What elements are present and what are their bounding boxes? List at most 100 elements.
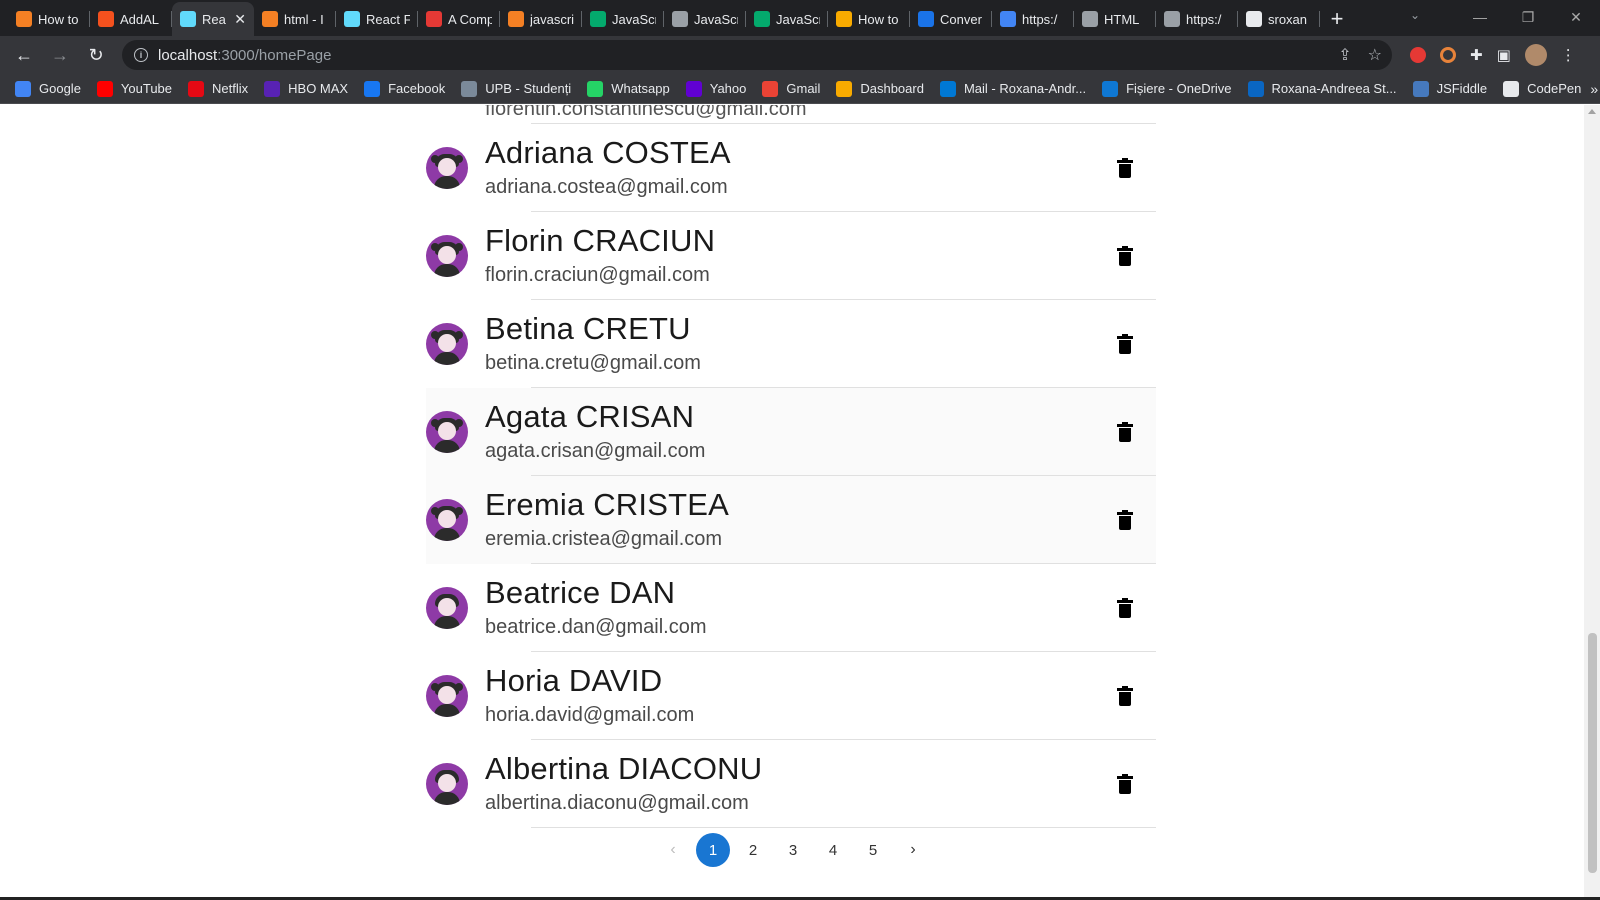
bookmark-item[interactable]: UPB - Studenți xyxy=(454,76,578,102)
page-button[interactable]: 5 xyxy=(856,833,890,867)
avatar xyxy=(426,147,468,189)
new-tab-button[interactable]: + xyxy=(1320,2,1354,36)
browser-tab[interactable]: JavaScr xyxy=(582,2,664,36)
bookmark-item[interactable]: Fișiere - OneDrive xyxy=(1095,76,1238,102)
menu-icon[interactable]: ⋮ xyxy=(1561,46,1576,64)
browser-toolbar: ← → ↻ i localhost:3000/homePage ⇪ ☆ ✚ ▣ … xyxy=(0,36,1600,74)
bookmark-item[interactable]: Dashboard xyxy=(829,76,931,102)
list-item[interactable]: Eremia CRISTEA eremia.cristea@gmail.com xyxy=(426,476,1156,564)
scroll-up-icon[interactable] xyxy=(1588,109,1596,114)
dashboard-icon xyxy=(836,80,853,97)
list-item[interactable]: Florin CRACIUN florin.craciun@gmail.com xyxy=(426,212,1156,300)
page-button[interactable]: 4 xyxy=(816,833,850,867)
delete-icon[interactable] xyxy=(1117,246,1133,266)
tab-search-icon[interactable]: ⌄ xyxy=(1410,8,1420,22)
close-window-icon[interactable]: ✕ xyxy=(1552,9,1600,26)
extension-icon[interactable] xyxy=(1440,47,1456,63)
delete-icon[interactable] xyxy=(1117,598,1133,618)
page-scrollbar[interactable] xyxy=(1584,105,1600,900)
w3schools-icon xyxy=(754,11,770,27)
bookmark-item[interactable]: HBO MAX xyxy=(257,76,355,102)
scrollbar-thumb[interactable] xyxy=(1588,633,1597,873)
puzzle-icon[interactable]: ✚ xyxy=(1470,46,1483,64)
list-item[interactable]: Adriana COSTEA adriana.costea@gmail.com xyxy=(426,124,1156,212)
next-page-button[interactable]: › xyxy=(896,833,930,867)
browser-tab[interactable]: AddAL xyxy=(90,2,172,36)
url-text[interactable]: localhost:3000/homePage xyxy=(158,47,331,64)
browser-tab[interactable]: HTML xyxy=(1074,2,1156,36)
tab-title: javascri xyxy=(530,11,574,27)
forward-icon[interactable]: → xyxy=(44,39,76,71)
restore-icon[interactable]: ❐ xyxy=(1504,9,1552,26)
bookmark-item[interactable]: Google xyxy=(8,76,88,102)
side-panel-icon[interactable]: ▣ xyxy=(1497,46,1511,64)
avatar xyxy=(426,499,468,541)
minimize-icon[interactable]: — xyxy=(1456,9,1504,25)
avatar xyxy=(426,235,468,277)
browser-tab[interactable]: React F xyxy=(336,2,418,36)
bookmark-item[interactable]: JSFiddle xyxy=(1406,76,1495,102)
profile-avatar[interactable] xyxy=(1524,44,1547,66)
hbomax-icon xyxy=(264,80,281,97)
delete-icon[interactable] xyxy=(1117,510,1133,530)
browser-tab[interactable]: Rea ✕ xyxy=(172,2,254,36)
w3schools-icon xyxy=(590,11,606,27)
prev-page-button[interactable]: ‹ xyxy=(656,833,690,867)
delete-icon[interactable] xyxy=(1117,774,1133,794)
delete-icon[interactable] xyxy=(1117,422,1133,442)
bookmark-label: Gmail xyxy=(786,81,821,96)
trash-can xyxy=(1119,604,1131,618)
share-icon[interactable]: ⇪ xyxy=(1338,45,1351,65)
browser-tab[interactable]: JavaScr xyxy=(746,2,828,36)
bookmark-label: Yahoo xyxy=(709,81,747,96)
browser-tab-strip: How to AddAL Rea ✕ html - I React F A Comp java… xyxy=(0,0,1600,36)
browser-tab[interactable]: javascri xyxy=(500,2,582,36)
avatar-body xyxy=(434,704,460,717)
bookmark-item[interactable]: Netflix xyxy=(181,76,255,102)
bookmark-item[interactable]: Facebook xyxy=(357,76,452,102)
contact-text: Albertina DIACONU albertina.diaconu@gmail… xyxy=(485,751,1156,817)
contact-name: Agata CRISAN xyxy=(485,399,695,434)
bookmark-star-icon[interactable]: ☆ xyxy=(1368,45,1382,65)
list-item[interactable]: Beatrice DAN beatrice.dan@gmail.com xyxy=(426,564,1156,652)
browser-tab[interactable]: How to xyxy=(828,2,910,36)
netflix-icon xyxy=(188,80,205,97)
browser-tab[interactable]: Conver xyxy=(910,2,992,36)
bookmark-item[interactable]: Gmail xyxy=(755,76,827,102)
delete-icon[interactable] xyxy=(1117,158,1133,178)
page-button[interactable]: 2 xyxy=(736,833,770,867)
delete-icon[interactable] xyxy=(1117,686,1133,706)
list-item[interactable]: Albertina DIACONU albertina.diaconu@gmail… xyxy=(426,740,1156,828)
bookmark-item[interactable]: Whatsapp xyxy=(580,76,677,102)
bookmark-item[interactable]: Mail - Roxana-Andr... xyxy=(933,76,1093,102)
browser-tab[interactable]: https:/ xyxy=(992,2,1074,36)
address-bar[interactable]: i localhost:3000/homePage ⇪ ☆ xyxy=(122,40,1392,70)
page-button[interactable]: 1 xyxy=(696,833,730,867)
list-item[interactable]: Betina CRETU betina.cretu@gmail.com xyxy=(426,300,1156,388)
site-info-icon[interactable]: i xyxy=(134,48,148,62)
bookmark-item[interactable]: YouTube xyxy=(90,76,179,102)
bookmark-item[interactable]: CodePen xyxy=(1496,76,1588,102)
bookmark-item[interactable]: Roxana-Andreea St... xyxy=(1241,76,1404,102)
browser-tab[interactable]: A Comp xyxy=(418,2,500,36)
back-icon[interactable]: ← xyxy=(8,39,40,71)
tab-title: html - I xyxy=(284,11,324,27)
tab-title: JavaScr xyxy=(776,11,820,27)
browser-tab[interactable]: html - I xyxy=(254,2,336,36)
tab-close-icon[interactable]: ✕ xyxy=(234,11,246,28)
adblock-extension-icon[interactable] xyxy=(1410,47,1426,63)
browser-tab[interactable]: JavaScr xyxy=(664,2,746,36)
browser-tab[interactable]: How to xyxy=(8,2,90,36)
page-button[interactable]: 3 xyxy=(776,833,810,867)
tab-title: HTML xyxy=(1104,11,1140,27)
list-item[interactable]: Agata CRISAN agata.crisan@gmail.com xyxy=(426,388,1156,476)
bookmarks-overflow-button[interactable]: » xyxy=(1590,81,1600,97)
list-item[interactable]: Horia DAVID horia.david@gmail.com xyxy=(426,652,1156,740)
bookmark-item[interactable]: Yahoo xyxy=(679,76,754,102)
browser-tab[interactable]: sroxan xyxy=(1238,2,1320,36)
google-icon xyxy=(1000,11,1016,27)
reload-icon[interactable]: ↻ xyxy=(80,39,112,71)
browser-tab[interactable]: https:/ xyxy=(1156,2,1238,36)
contact-name: Betina CRETU xyxy=(485,311,691,346)
delete-icon[interactable] xyxy=(1117,334,1133,354)
